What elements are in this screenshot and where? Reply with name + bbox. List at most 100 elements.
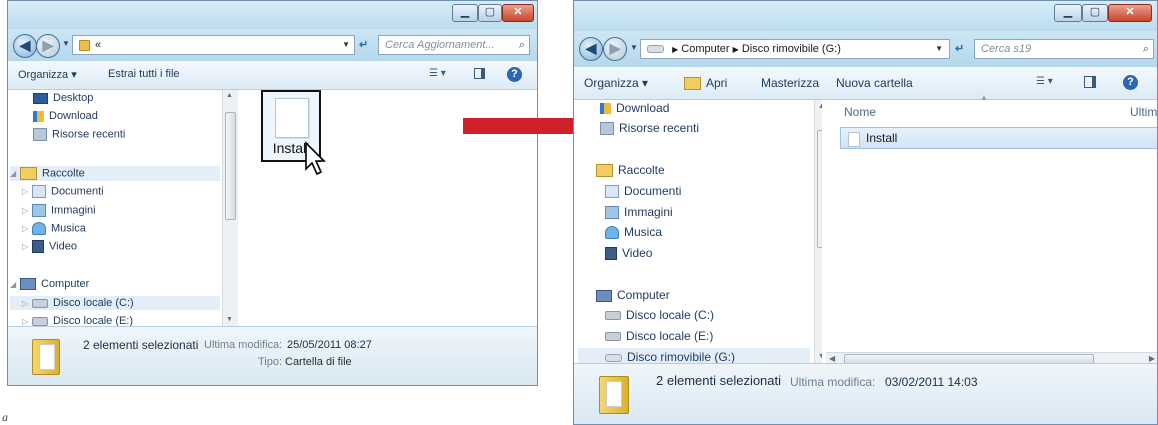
scrollbar-thumb[interactable] — [225, 112, 236, 220]
breadcrumb-drive[interactable]: Disco rimovibile (G:) — [742, 43, 841, 55]
nav-item-video[interactable]: Video — [605, 246, 652, 261]
nav-item-libraries[interactable]: ◢ Raccolte — [10, 166, 220, 181]
left-nav-scrollbar[interactable]: ▲ ▼ — [222, 90, 238, 327]
modified-label: Ultima modifica: — [790, 375, 876, 389]
right-nav-scrollbar[interactable]: ▲ ▼ — [814, 100, 822, 364]
scroll-left-icon[interactable]: ◀ — [829, 354, 835, 363]
hard-drive-icon — [605, 332, 621, 342]
file-row-install[interactable]: Install — [840, 127, 1157, 149]
search-icon[interactable]: ⌕ — [519, 36, 525, 54]
maximize-button[interactable]: ▢ — [478, 4, 502, 22]
folder-thumbnail-icon — [599, 376, 629, 414]
nav-label: Raccolte — [618, 163, 665, 177]
nav-item-libraries[interactable]: Raccolte — [596, 163, 665, 178]
burn-button[interactable]: Masterizza — [761, 76, 819, 90]
nav-item-music[interactable]: ▷ Musica — [22, 222, 86, 235]
refresh-icon[interactable]: ↵ — [955, 42, 964, 55]
right-address-bar[interactable]: ▶ Computer ▶ Disco rimovibile (G:) ▼ — [640, 39, 950, 59]
nav-item-disk-e[interactable]: Disco locale (E:) — [605, 329, 713, 343]
scroll-right-icon[interactable]: ▶ — [1149, 354, 1155, 363]
forward-button[interactable]: ▶ — [603, 37, 627, 61]
help-icon[interactable]: ? — [507, 67, 522, 82]
expand-arrow-icon[interactable]: ▷ — [22, 317, 32, 326]
nav-label: Musica — [624, 225, 663, 239]
nav-item-download[interactable]: Download — [600, 101, 669, 115]
close-button[interactable]: ✕ — [502, 4, 534, 22]
expand-arrow-icon[interactable]: ▷ — [22, 242, 32, 251]
breadcrumb-separator-icon: ▶ — [732, 45, 739, 54]
nav-item-computer[interactable]: Computer — [596, 288, 670, 302]
collapse-arrow-icon[interactable]: ◢ — [10, 169, 20, 178]
pictures-icon — [605, 206, 619, 220]
hard-drive-icon — [32, 298, 48, 308]
nav-item-disk-c[interactable]: Disco locale (C:) — [605, 308, 714, 322]
expand-arrow-icon[interactable]: ▷ — [22, 206, 32, 215]
nav-item-download[interactable]: Download — [33, 110, 98, 122]
back-button[interactable]: ◀ — [579, 37, 603, 61]
nav-item-documents[interactable]: Documenti — [605, 184, 681, 199]
left-command-bar: Organizza ▾ Estrai tutti i file ☰ ▾ ? — [8, 61, 537, 90]
expand-arrow-icon[interactable]: ▷ — [22, 224, 32, 233]
close-button[interactable]: ✕ — [1108, 4, 1152, 22]
left-title-bar[interactable]: ▁ ▢ ✕ — [8, 1, 537, 29]
maximize-button[interactable]: ▢ — [1082, 4, 1108, 22]
left-search-input[interactable]: Cerca Aggiornament... ⌕ — [378, 35, 530, 55]
help-icon[interactable]: ? — [1123, 75, 1138, 90]
expand-arrow-icon[interactable]: ▷ — [22, 187, 32, 196]
nav-item-recent[interactable]: Risorse recenti — [33, 128, 125, 141]
minimize-button[interactable]: ▁ — [452, 4, 478, 22]
nav-item-pictures[interactable]: Immagini — [605, 205, 673, 220]
nav-item-documents[interactable]: ▷ Documenti — [22, 185, 104, 198]
address-dropdown-icon[interactable]: ▼ — [342, 36, 350, 54]
right-navigation-pane: Download Risorse recenti Raccolte Docume… — [574, 100, 822, 364]
desktop-icon — [33, 92, 48, 104]
right-command-bar: Organizza ▾ Apri Masterizza Nuova cartel… — [574, 67, 1157, 100]
expand-arrow-icon[interactable]: ▷ — [22, 299, 32, 308]
refresh-icon[interactable]: ↵ — [359, 38, 368, 51]
nav-label: Computer — [617, 288, 670, 302]
organize-menu[interactable]: Organizza ▾ — [18, 68, 77, 81]
view-options-icon[interactable]: ☰ ▾ — [1036, 76, 1053, 87]
preview-pane-icon[interactable] — [474, 68, 485, 79]
music-icon — [32, 222, 46, 235]
collapse-arrow-icon[interactable]: ◢ — [10, 280, 20, 289]
right-search-input[interactable]: Cerca s19 ⌕ — [974, 39, 1154, 59]
column-header-name[interactable]: Nome — [844, 105, 876, 119]
breadcrumb-separator-icon: ▶ — [672, 45, 679, 54]
search-icon[interactable]: ⌕ — [1143, 40, 1149, 58]
preview-pane-icon[interactable] — [1084, 76, 1096, 88]
right-title-bar[interactable]: ▁ ▢ ✕ — [574, 1, 1157, 31]
minimize-button[interactable]: ▁ — [1054, 4, 1082, 22]
nav-item-computer[interactable]: ◢ Computer — [10, 278, 89, 291]
modified-value: 25/05/2011 08:27 — [287, 339, 372, 351]
recent-pages-chevron-icon[interactable]: ▼ — [62, 39, 70, 48]
nav-item-disk-c[interactable]: ▷ Disco locale (C:) — [10, 296, 220, 310]
nav-label: Video — [49, 240, 77, 253]
nav-item-music[interactable]: Musica — [605, 225, 663, 240]
forward-button[interactable]: ▶ — [36, 34, 60, 58]
scroll-down-icon[interactable]: ▼ — [226, 316, 233, 323]
nav-item-disk-g[interactable]: Disco rimovibile (G:) — [578, 348, 810, 364]
view-options-icon[interactable]: ☰ ▾ — [429, 68, 446, 79]
open-button[interactable]: Apri — [684, 76, 727, 91]
organize-menu[interactable]: Organizza ▾ — [584, 76, 648, 90]
recent-pages-chevron-icon[interactable]: ▼ — [630, 43, 638, 52]
new-folder-button[interactable]: Nuova cartella — [836, 76, 913, 90]
column-header-modified[interactable]: Ultim — [1130, 105, 1157, 119]
computer-icon — [20, 278, 36, 291]
left-address-bar[interactable]: « ▼ — [72, 35, 355, 55]
nav-item-pictures[interactable]: ▷ Immagini — [22, 204, 96, 217]
nav-item-video[interactable]: ▷ Video — [22, 240, 77, 253]
nav-item-recent[interactable]: Risorse recenti — [600, 121, 699, 136]
scroll-down-icon[interactable]: ▼ — [818, 353, 822, 360]
extract-all-button[interactable]: Estrai tutti i file — [108, 68, 180, 80]
back-button[interactable]: ◀ — [13, 34, 37, 58]
scrollbar-thumb[interactable] — [817, 130, 822, 248]
scroll-up-icon[interactable]: ▲ — [226, 92, 233, 99]
figure-caption-a: a — [2, 410, 8, 424]
breadcrumb-computer[interactable]: Computer — [681, 43, 729, 55]
scroll-up-icon[interactable]: ▲ — [818, 103, 822, 110]
address-dropdown-icon[interactable]: ▼ — [935, 40, 943, 58]
selection-count: 2 elementi selezionati — [83, 338, 199, 352]
nav-item-desktop[interactable]: Desktop — [33, 92, 93, 104]
